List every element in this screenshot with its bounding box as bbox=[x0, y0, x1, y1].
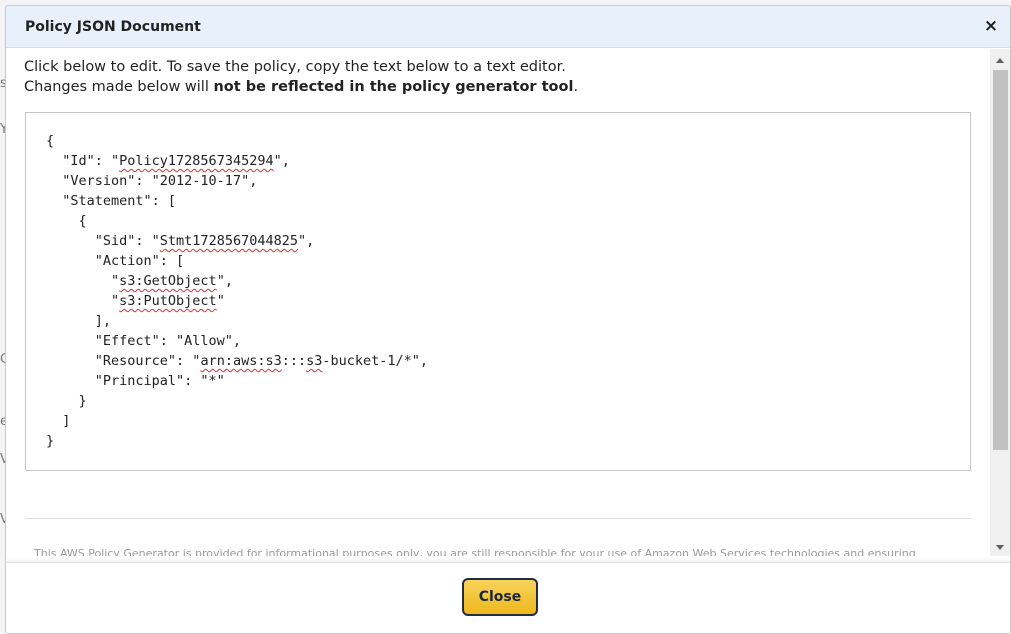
intro-line-2-suffix: . bbox=[573, 79, 579, 95]
policy-json-text[interactable]: { "Id": "Policy1728567345294", "Version"… bbox=[46, 131, 970, 451]
scroll-up-arrow-icon[interactable] bbox=[990, 52, 1010, 69]
scroll-down-arrow-icon[interactable] bbox=[990, 539, 1010, 556]
json-line: "Version": "2012-10-17", bbox=[46, 173, 258, 189]
intro-line-2-bold: not be reflected in the policy generator… bbox=[213, 79, 574, 95]
json-line: "s3:PutObject" bbox=[46, 293, 225, 309]
disclaimer-text: This AWS Policy Generator is provided fo… bbox=[34, 547, 916, 556]
json-line: "Action": [ bbox=[46, 253, 185, 269]
json-line: "Effect": "Allow", bbox=[46, 333, 242, 349]
spellcheck-word: Stmt1728567044825 bbox=[159, 233, 298, 249]
json-line: } bbox=[46, 433, 55, 449]
spellcheck-word: s3:PutObject bbox=[119, 293, 217, 309]
policy-json-editor[interactable]: { "Id": "Policy1728567345294", "Version"… bbox=[25, 112, 971, 471]
modal-header: Policy JSON Document × bbox=[6, 6, 1010, 48]
json-line: "Statement": [ bbox=[46, 193, 177, 209]
scroll-thumb[interactable] bbox=[993, 70, 1008, 450]
json-line: "Principal": "*" bbox=[46, 373, 225, 389]
close-button[interactable]: Close bbox=[462, 578, 538, 616]
json-line: "Sid": "Stmt1728567044825", bbox=[46, 233, 315, 249]
json-line: ] bbox=[46, 413, 71, 429]
intro-line-2-prefix: Changes made below will bbox=[24, 79, 214, 95]
json-line: "Resource": "arn:aws:s3:::s3-bucket-1/*"… bbox=[46, 353, 429, 369]
divider bbox=[25, 518, 971, 519]
json-line: "s3:GetObject", bbox=[46, 273, 233, 289]
modal-scrollbar[interactable] bbox=[990, 49, 1010, 556]
spellcheck-word: Policy1728567345294 bbox=[119, 153, 274, 169]
intro-text: Click below to edit. To save the policy,… bbox=[24, 57, 578, 97]
spellcheck-word: arn:aws:s3 bbox=[200, 353, 282, 369]
intro-line-1: Click below to edit. To save the policy,… bbox=[24, 59, 566, 75]
modal-footer: Close bbox=[6, 562, 1010, 633]
spellcheck-word: s3 bbox=[306, 353, 323, 369]
intro-line-2: Changes made below will not be reflected… bbox=[24, 77, 578, 97]
json-line: ], bbox=[46, 313, 112, 329]
modal-title: Policy JSON Document bbox=[25, 18, 201, 35]
json-line: } bbox=[46, 393, 87, 409]
close-icon[interactable]: × bbox=[982, 17, 1000, 35]
spellcheck-word: s3:GetObject bbox=[119, 273, 217, 289]
json-line: "Id": "Policy1728567345294", bbox=[46, 153, 290, 169]
json-line: { bbox=[46, 133, 55, 149]
policy-json-modal: Policy JSON Document × Click below to ed… bbox=[5, 5, 1011, 634]
modal-body[interactable]: Click below to edit. To save the policy,… bbox=[6, 49, 986, 556]
json-line: { bbox=[46, 213, 87, 229]
